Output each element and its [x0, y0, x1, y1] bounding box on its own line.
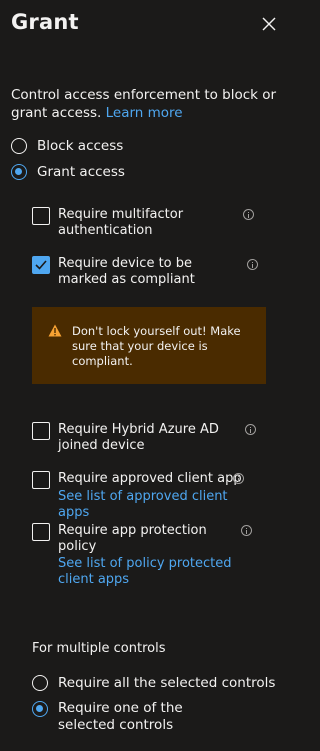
info-icon[interactable] — [243, 209, 254, 220]
radio-circle-selected — [11, 164, 27, 180]
approved-app-checkbox[interactable] — [32, 471, 50, 489]
panel-title: Grant — [11, 10, 79, 34]
compliant-checkbox[interactable] — [32, 256, 50, 274]
require-all-radio[interactable]: Require all the selected controls — [32, 675, 275, 691]
require-one-label: Require one of the selected controls — [58, 700, 183, 733]
approved-app-text: Require approved client app See list of … — [58, 471, 258, 521]
block-access-label: Block access — [37, 138, 124, 154]
close-icon — [262, 17, 276, 31]
block-access-radio[interactable]: Block access — [11, 138, 123, 154]
multiple-controls-label: For multiple controls — [32, 641, 166, 656]
radio-circle-selected — [32, 701, 48, 717]
info-icon[interactable] — [241, 525, 252, 536]
compliant-label: Require device to be marked as compliant — [58, 256, 195, 287]
app-protection-checkbox[interactable] — [32, 523, 50, 541]
warning-icon — [48, 324, 62, 337]
radio-circle — [11, 138, 27, 154]
approved-apps-link[interactable]: See list of approved client apps — [58, 489, 258, 521]
grant-access-radio[interactable]: Grant access — [11, 164, 125, 180]
close-button[interactable] — [259, 14, 279, 34]
mfa-checkbox[interactable] — [32, 207, 50, 225]
info-icon[interactable] — [233, 473, 244, 484]
app-protection-link-wrap: See list of policy protected client apps — [58, 556, 258, 588]
hybrid-checkbox[interactable] — [32, 422, 50, 440]
warning-text: Don't lock yourself out! Make sure that … — [72, 324, 241, 368]
checkmark-icon — [35, 260, 47, 270]
learn-more-link[interactable]: Learn more — [106, 105, 183, 121]
panel-description: Control access enforcement to block or g… — [11, 86, 281, 122]
policy-protected-apps-link[interactable]: See list of policy protected client apps — [58, 556, 258, 588]
require-one-radio[interactable]: Require one of the selected controls — [32, 700, 238, 734]
grant-access-label: Grant access — [37, 164, 125, 180]
info-icon[interactable] — [247, 259, 258, 270]
info-icon[interactable] — [245, 424, 256, 435]
hybrid-label: Require Hybrid Azure AD joined device — [58, 422, 219, 453]
app-protection-label: Require app protection policy — [58, 523, 207, 554]
mfa-label: Require multifactor authentication — [58, 207, 184, 238]
radio-circle — [32, 675, 48, 691]
require-all-label: Require all the selected controls — [58, 675, 276, 691]
approved-app-label: Require approved client app — [58, 471, 242, 486]
warning-banner: Don't lock yourself out! Make sure that … — [32, 307, 266, 384]
